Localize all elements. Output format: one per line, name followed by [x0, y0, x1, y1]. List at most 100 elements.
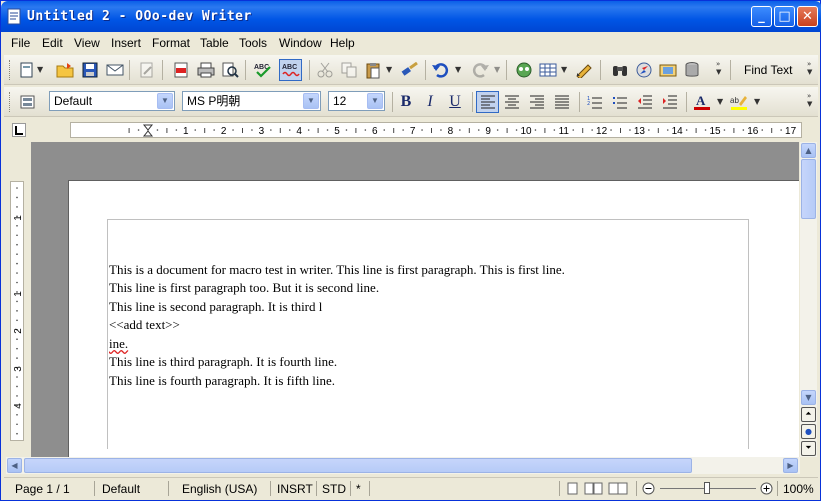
tab-stop-selector[interactable] [12, 123, 26, 137]
toolbar-overflow-chevron[interactable]: » ▼ [716, 60, 723, 80]
scroll-right-arrow[interactable]: ▶ [783, 458, 798, 473]
menu-help[interactable]: Help [330, 36, 355, 50]
styles-formatting-icon[interactable] [18, 92, 38, 112]
underline-button[interactable]: U [445, 92, 465, 112]
save-icon[interactable] [80, 60, 100, 80]
document-line[interactable]: <<add text>> [109, 317, 180, 333]
edit-file-icon[interactable] [137, 60, 157, 80]
horizontal-ruler[interactable]: 1 2 3 4 5 6 7 8 9 10 11 12 13 14 15 16 17 [70, 122, 802, 138]
document-line[interactable]: This line is fourth paragraph. It is fif… [109, 373, 335, 389]
menu-edit[interactable]: Edit [42, 36, 63, 50]
font-color-button[interactable]: A [692, 92, 712, 112]
horizontal-scrollbar[interactable]: ◀ ▶ [6, 457, 800, 474]
title-bar[interactable]: Untitled 2 - OOo-dev Writer _ □ ✕ [1, 1, 821, 32]
horizontal-scroll-thumb[interactable] [24, 458, 692, 473]
undo-dropdown-arrow[interactable]: ▼ [455, 60, 462, 80]
open-folder-icon[interactable] [55, 60, 75, 80]
find-text-label[interactable]: Find Text [744, 63, 792, 77]
chevron-down-icon[interactable]: ▼ [157, 93, 173, 109]
align-right-button[interactable] [527, 92, 547, 112]
previous-page-icon[interactable]: ⏶ [801, 407, 816, 422]
page-preview-icon[interactable] [220, 60, 240, 80]
minimize-button[interactable]: _ [751, 6, 772, 27]
zoom-in-icon[interactable] [760, 482, 773, 495]
indent-marker[interactable] [142, 124, 154, 137]
toolbar-grip[interactable] [9, 60, 12, 80]
paragraph-style-combo[interactable]: Default ▼ [49, 91, 175, 111]
document-line[interactable]: This is a document for macro test in wri… [109, 262, 565, 278]
status-insert-mode[interactable]: INSRT [277, 482, 313, 496]
zoom-out-icon[interactable] [642, 482, 655, 495]
autospellcheck-icon[interactable]: ABC [279, 59, 302, 81]
close-button[interactable]: ✕ [797, 6, 818, 27]
menu-format[interactable]: Format [152, 36, 190, 50]
single-page-view-icon[interactable] [566, 482, 580, 495]
font-name-combo[interactable]: MS P明朝 ▼ [182, 91, 321, 111]
status-selection-mode[interactable]: STD [322, 482, 346, 496]
menu-file[interactable]: File [11, 36, 30, 50]
redo-icon[interactable] [470, 60, 490, 80]
new-document-icon[interactable] [17, 60, 37, 80]
status-page-style[interactable]: Default [102, 482, 140, 496]
numbering-button[interactable]: 12 [585, 92, 605, 112]
data-sources-icon[interactable] [682, 60, 702, 80]
chevron-down-icon[interactable]: ▼ [303, 93, 319, 109]
bold-button[interactable]: B [396, 92, 416, 112]
show-draw-functions-icon[interactable] [574, 60, 594, 80]
print-icon[interactable] [196, 60, 216, 80]
navigation-icon[interactable]: ● [801, 424, 816, 439]
gallery-icon[interactable] [658, 60, 678, 80]
new-dropdown-arrow[interactable]: ▼ [37, 60, 44, 80]
highlighting-button[interactable]: ab [729, 92, 749, 112]
table-icon[interactable] [538, 60, 558, 80]
hyperlink-icon[interactable] [514, 60, 534, 80]
formatting-overflow-chevron[interactable]: » ▼ [807, 92, 814, 112]
paste-dropdown-arrow[interactable]: ▼ [386, 60, 393, 80]
redo-dropdown-arrow[interactable]: ▼ [494, 60, 501, 80]
bullets-button[interactable] [610, 92, 630, 112]
menu-tools[interactable]: Tools [239, 36, 267, 50]
align-center-button[interactable] [502, 92, 522, 112]
document-line[interactable]: This line is third paragraph. It is four… [109, 354, 337, 370]
export-pdf-icon[interactable] [171, 60, 191, 80]
menu-window[interactable]: Window [279, 36, 322, 50]
scroll-left-arrow[interactable]: ◀ [7, 458, 22, 473]
scroll-up-arrow[interactable]: ▲ [801, 143, 816, 158]
toolbar-grip[interactable] [9, 92, 12, 112]
find-replace-icon[interactable] [610, 60, 630, 80]
font-color-dropdown-arrow[interactable]: ▼ [717, 92, 724, 112]
font-size-combo[interactable]: 12 ▼ [328, 91, 385, 111]
maximize-button[interactable]: □ [774, 6, 795, 27]
next-page-icon[interactable]: ⏷ [801, 441, 816, 456]
menu-insert[interactable]: Insert [111, 36, 141, 50]
two-page-view-icon[interactable] [584, 482, 604, 495]
document-line-misspelled[interactable]: ine. [109, 336, 128, 352]
vertical-scroll-thumb[interactable] [801, 159, 816, 219]
chevron-down-icon[interactable]: ▼ [367, 93, 383, 109]
document-line[interactable]: This line is second paragraph. It is thi… [109, 299, 322, 315]
status-zoom[interactable]: 100% [783, 482, 814, 496]
find-toolbar-overflow-chevron[interactable]: » ▼ [807, 60, 814, 80]
italic-button[interactable]: I [420, 92, 440, 112]
spellcheck-icon[interactable]: ABC [253, 60, 273, 80]
status-language[interactable]: English (USA) [182, 482, 257, 496]
increase-indent-button[interactable] [660, 92, 680, 112]
menu-table[interactable]: Table [200, 36, 229, 50]
paste-icon[interactable] [363, 60, 383, 80]
scroll-down-arrow[interactable]: ▼ [801, 390, 816, 405]
decrease-indent-button[interactable] [635, 92, 655, 112]
highlighting-dropdown-arrow[interactable]: ▼ [754, 92, 761, 112]
zoom-slider-handle[interactable] [704, 482, 710, 494]
align-left-button[interactable] [476, 91, 499, 113]
vertical-ruler[interactable]: 1 1 2 3 4 [10, 181, 24, 441]
navigator-icon[interactable] [634, 60, 654, 80]
book-view-icon[interactable] [608, 482, 628, 495]
menu-view[interactable]: View [74, 36, 100, 50]
email-document-icon[interactable] [105, 60, 125, 80]
document-line[interactable]: This line is first paragraph too. But it… [109, 280, 379, 296]
undo-icon[interactable] [431, 60, 451, 80]
table-dropdown-arrow[interactable]: ▼ [561, 60, 568, 80]
format-paintbrush-icon[interactable] [400, 60, 420, 80]
copy-icon[interactable] [339, 60, 359, 80]
cut-icon[interactable] [315, 60, 335, 80]
